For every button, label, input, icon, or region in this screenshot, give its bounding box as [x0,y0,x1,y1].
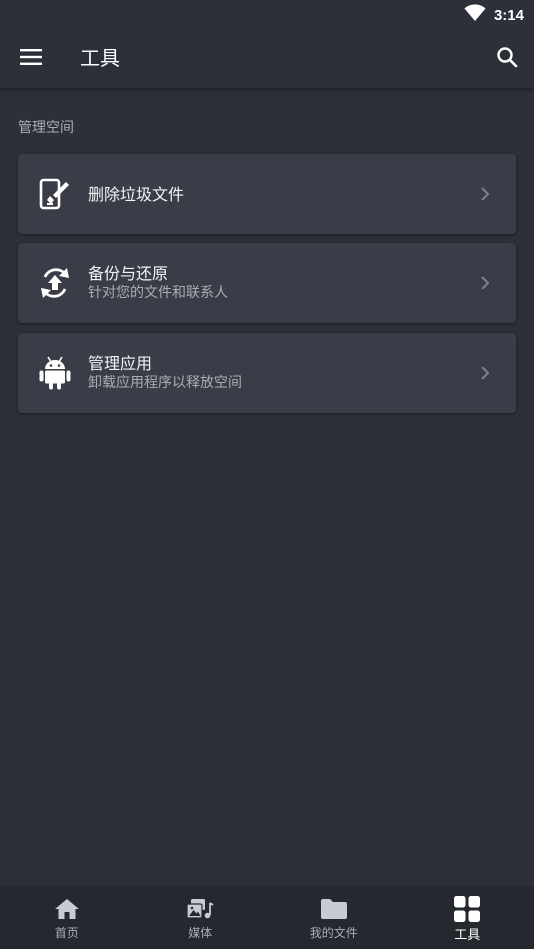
section-title: 管理空间 [18,120,74,136]
home-icon [53,896,81,922]
status-bar: 3:14 [0,0,534,30]
card-subtitle: 卸载应用程序以释放空间 [88,375,242,391]
menu-button[interactable] [14,43,48,75]
nav-item-my-files[interactable]: 我的文件 [267,886,401,949]
nav-label: 我的文件 [309,926,358,940]
status-right: 3:14 [464,4,524,26]
card-text: 管理应用 卸载应用程序以释放空间 [88,333,242,413]
card-manage-apps[interactable]: 管理应用 卸载应用程序以释放空间 [18,333,516,413]
media-icon [186,896,214,922]
android-icon [36,354,74,392]
nav-label: 首页 [54,926,79,940]
phone-clean-icon [36,175,74,213]
chevron-right-icon [478,363,492,383]
search-icon [496,46,518,72]
card-text: 删除垃圾文件 [88,154,184,234]
search-button[interactable] [490,42,524,76]
chevron-right-icon [478,184,492,204]
folder-icon [320,896,348,922]
nav-item-home[interactable]: 首页 [0,886,134,949]
wifi-icon [464,4,486,26]
nav-label: 工具 [454,928,481,943]
app-bar: 工具 [0,30,534,88]
card-subtitle: 针对您的文件和联系人 [88,285,228,301]
nav-label: 媒体 [188,926,213,940]
card-backup-restore[interactable]: 备份与还原 针对您的文件和联系人 [18,243,516,323]
nav-item-tools[interactable]: 工具 [401,886,534,949]
menu-icon [20,48,42,70]
page-title: 工具 [80,46,120,70]
card-title: 删除垃圾文件 [88,184,185,204]
card-title: 管理应用 [88,354,153,373]
bottom-nav: 首页 媒体 我的文件 工具 [0,886,534,949]
card-delete-junk[interactable]: 删除垃圾文件 [18,154,516,234]
card-text: 备份与还原 针对您的文件和联系人 [88,243,228,323]
status-time: 3:14 [493,6,524,24]
nav-item-media[interactable]: 媒体 [134,886,268,949]
card-title: 备份与还原 [88,264,169,283]
grid-icon [453,896,481,922]
chevron-right-icon [478,273,492,293]
backup-restore-icon [36,264,74,302]
